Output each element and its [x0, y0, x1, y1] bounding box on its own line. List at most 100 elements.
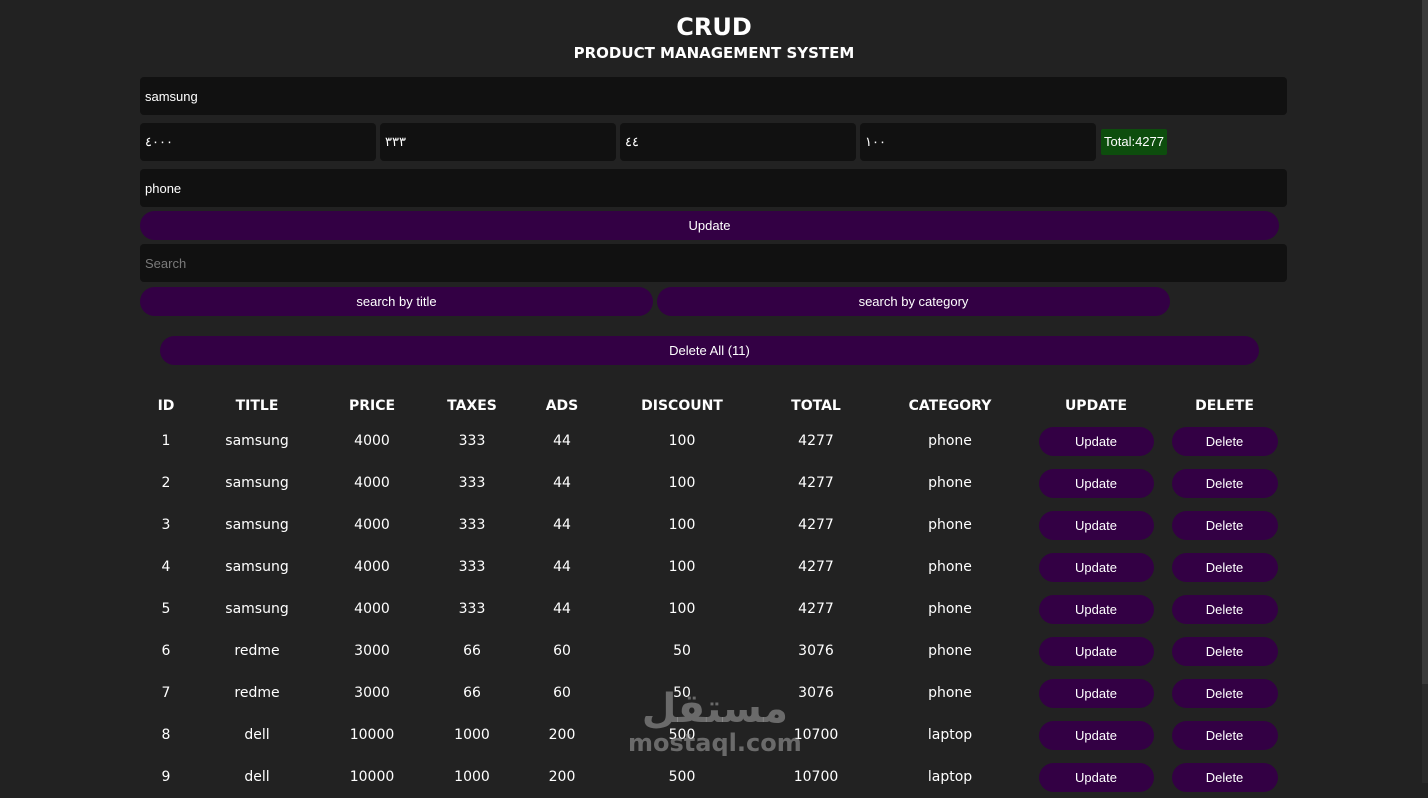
row-update-button[interactable]: Update [1038, 720, 1154, 750]
discount-input[interactable] [860, 123, 1096, 161]
row-update-button[interactable]: Update [1038, 678, 1154, 708]
column-header-price: PRICE [348, 398, 396, 414]
row-delete-button[interactable]: Delete [1171, 762, 1278, 792]
cell-id: 5 [161, 601, 171, 617]
ads-input[interactable] [620, 123, 856, 161]
row-update-button[interactable]: Update [1038, 552, 1154, 582]
price-input[interactable] [140, 123, 376, 161]
table-row: 4 samsung 4000 333 44 100 4277 phone Update Delet… [140, 546, 1287, 588]
cell-delete: Delete [1162, 546, 1287, 588]
cell-id: 3 [161, 517, 171, 533]
cell-taxes: 333 [458, 475, 486, 491]
cell-price: 4000 [354, 517, 390, 533]
row-delete-button[interactable]: Delete [1171, 678, 1278, 708]
cell-total: 10700 [793, 769, 839, 785]
submit-button[interactable]: Update [140, 211, 1279, 240]
row-delete-button[interactable]: Delete [1171, 552, 1278, 582]
cell-title: samsung [225, 601, 289, 617]
cell-delete: Delete [1162, 756, 1287, 798]
cell-taxes: 333 [458, 517, 486, 533]
page-subtitle: PRODUCT MANAGEMENT SYSTEM [573, 44, 855, 62]
table-row: 9 dell 10000 1000 200 500 10700 laptop Update Del… [140, 756, 1287, 798]
column-header-ads: ADS [545, 398, 579, 414]
row-delete-button[interactable]: Delete [1171, 636, 1278, 666]
cell-delete: Delete [1162, 504, 1287, 546]
cell-id: 7 [161, 685, 171, 701]
cell-discount: 100 [668, 433, 696, 449]
row-update-button[interactable]: Update [1038, 510, 1154, 540]
scrollbar-thumb[interactable] [1422, 0, 1428, 684]
cell-taxes: 66 [463, 685, 481, 701]
cell-category: phone [928, 601, 972, 617]
watermark: مستقل mostaql.com [628, 688, 802, 756]
cell-ads: 200 [548, 727, 576, 743]
search-input[interactable] [140, 244, 1287, 282]
cell-total: 4277 [798, 475, 834, 491]
cell-update: Update [1030, 672, 1162, 714]
cell-title: samsung [225, 475, 289, 491]
cell-total: 4277 [798, 601, 834, 617]
cell-id: 1 [161, 433, 171, 449]
table-row: 1 samsung 4000 333 44 100 4277 phone Update Delet… [140, 420, 1287, 462]
cell-taxes: 333 [458, 433, 486, 449]
cell-title: redme [234, 685, 280, 701]
cell-category: phone [928, 475, 972, 491]
cell-update: Update [1030, 588, 1162, 630]
cell-title: dell [244, 769, 270, 785]
row-update-button[interactable]: Update [1038, 636, 1154, 666]
cell-ads: 44 [553, 517, 571, 533]
cell-price: 10000 [349, 769, 395, 785]
cell-title: samsung [225, 517, 289, 533]
row-delete-button[interactable]: Delete [1171, 468, 1278, 498]
column-header-discount: DISCOUNT [641, 398, 723, 414]
cell-id: 4 [161, 559, 171, 575]
category-input[interactable] [140, 169, 1287, 207]
cell-update: Update [1030, 462, 1162, 504]
cell-price: 10000 [349, 727, 395, 743]
column-header-id: ID [157, 398, 175, 414]
search-by-category-button[interactable]: search by category [657, 287, 1170, 316]
row-update-button[interactable]: Update [1038, 762, 1154, 792]
row-update-button[interactable]: Update [1038, 468, 1154, 498]
table-row: 2 samsung 4000 333 44 100 4277 phone Update Delet… [140, 462, 1287, 504]
cell-id: 9 [161, 769, 171, 785]
cell-price: 3000 [354, 685, 390, 701]
cell-delete: Delete [1162, 588, 1287, 630]
cell-discount: 500 [668, 769, 696, 785]
delete-all-button[interactable]: Delete All (11) [160, 336, 1259, 365]
product-form: Total:4277 Update search by title search… [140, 77, 1287, 365]
cell-category: phone [928, 559, 972, 575]
taxes-input[interactable] [380, 123, 616, 161]
cell-delete: Delete [1162, 462, 1287, 504]
scrollbar[interactable] [1422, 0, 1428, 783]
cell-ads: 60 [553, 643, 571, 659]
cell-taxes: 333 [458, 559, 486, 575]
row-delete-button[interactable]: Delete [1171, 426, 1278, 456]
title-input[interactable] [140, 77, 1287, 115]
cell-price: 4000 [354, 559, 390, 575]
cell-ads: 44 [553, 559, 571, 575]
column-header-category: CATEGORY [908, 398, 992, 414]
cell-update: Update [1030, 420, 1162, 462]
cell-ads: 44 [553, 433, 571, 449]
cell-taxes: 1000 [454, 769, 490, 785]
table-row: 5 samsung 4000 333 44 100 4277 phone Update Delet… [140, 588, 1287, 630]
page-header: CRUD PRODUCT MANAGEMENT SYSTEM [0, 0, 1428, 63]
search-by-title-button[interactable]: search by title [140, 287, 653, 316]
row-delete-button[interactable]: Delete [1171, 510, 1278, 540]
cell-update: Update [1030, 546, 1162, 588]
cell-price: 4000 [354, 601, 390, 617]
cell-taxes: 66 [463, 643, 481, 659]
cell-price: 3000 [354, 643, 390, 659]
cell-delete: Delete [1162, 714, 1287, 756]
cell-total: 4277 [798, 559, 834, 575]
row-update-button[interactable]: Update [1038, 594, 1154, 624]
row-update-button[interactable]: Update [1038, 426, 1154, 456]
cell-category: phone [928, 517, 972, 533]
cell-delete: Delete [1162, 420, 1287, 462]
row-delete-button[interactable]: Delete [1171, 720, 1278, 750]
cell-total: 4277 [798, 433, 834, 449]
column-header-taxes: TAXES [447, 398, 497, 414]
row-delete-button[interactable]: Delete [1171, 594, 1278, 624]
table-header-row: ID TITLE PRICE TAXES ADS DISCOUNT TOTAL … [140, 392, 1287, 420]
